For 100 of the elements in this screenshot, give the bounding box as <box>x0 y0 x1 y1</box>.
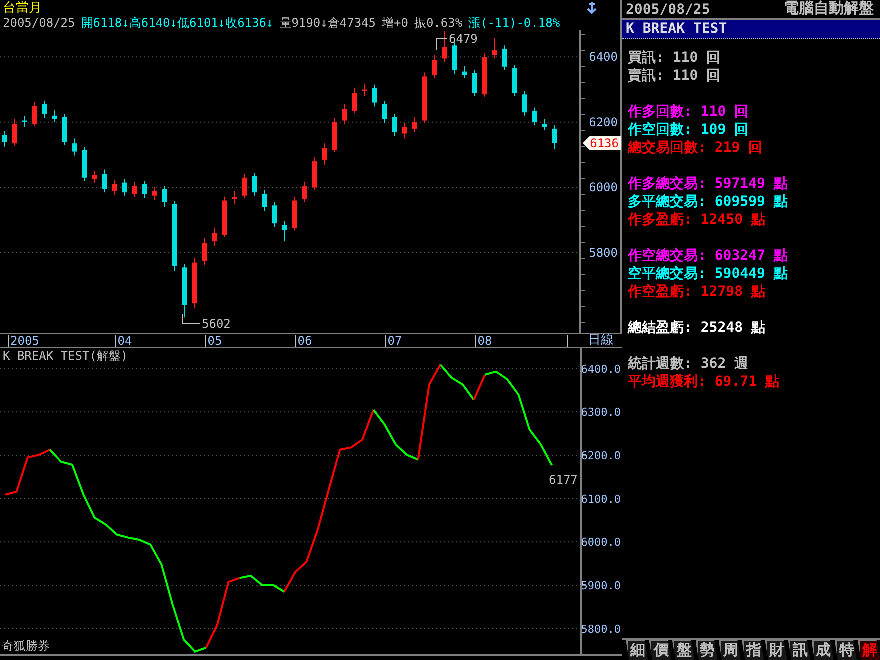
candlestick <box>232 190 238 205</box>
candlestick <box>352 88 358 114</box>
candlestick <box>262 190 268 212</box>
candlestick <box>392 114 398 137</box>
high-price-label: 6479 <box>449 32 478 46</box>
candlestick <box>72 138 78 156</box>
quote-field: 開6118↓高6140↓低6101↓收6136↓ <box>81 16 274 30</box>
date-axis-label: 06 <box>298 334 312 348</box>
candlestick <box>502 45 508 71</box>
candlestick <box>2 131 8 148</box>
candlestick <box>162 186 168 208</box>
candlestick <box>222 196 228 238</box>
candlestick <box>482 52 488 98</box>
date-axis-label: 04 <box>118 334 132 348</box>
function-tab[interactable]: 指 <box>742 640 764 660</box>
report-line: 統計週數: 362 週 <box>628 355 750 373</box>
quote-field: 漲(-11)-0.18% <box>468 16 560 30</box>
candlestick <box>152 186 158 201</box>
candlestick <box>112 180 118 196</box>
candlestick <box>342 104 348 125</box>
candlestick <box>12 118 18 146</box>
candlestick <box>202 238 208 266</box>
candlestick <box>92 170 98 184</box>
brand-label: 奇狐勝券 <box>2 639 50 653</box>
candlestick <box>182 264 188 318</box>
report-line: 買訊: 110 回 <box>628 49 722 67</box>
candlestick <box>322 143 328 166</box>
report-date: 2005/08/25 <box>626 2 710 18</box>
candlestick <box>422 72 428 124</box>
panel-title: 電腦自動解盤 <box>784 0 874 18</box>
report-line: 平均週獲利: 69.71 點 <box>628 373 780 391</box>
candlestick <box>332 118 338 153</box>
candlestick <box>312 157 318 191</box>
candlestick <box>552 125 558 150</box>
report-line: 總結盈虧: 25248 點 <box>628 319 766 337</box>
report-line: 多平總交易: 609599 點 <box>628 193 789 211</box>
candlestick <box>442 30 448 62</box>
last-price-tag: 6136 <box>583 136 621 150</box>
axis-label: 5800.0 <box>581 622 621 636</box>
function-tab[interactable]: 特 <box>834 640 857 660</box>
strategy-bar: K BREAK TEST <box>622 20 880 39</box>
function-tab[interactable]: 盤 <box>672 640 695 660</box>
quote-field: 2005/08/25 <box>3 16 76 30</box>
candlestick <box>122 179 128 196</box>
candlestick <box>172 200 178 272</box>
function-tab[interactable]: 勢 <box>696 640 718 660</box>
report-line: 空平總交易: 590449 點 <box>628 265 789 283</box>
candlestick <box>512 64 518 97</box>
date-axis-label: 08 <box>478 334 492 348</box>
contract-name: 台當月 <box>3 2 42 16</box>
candlestick <box>292 196 298 232</box>
date-axis-label: 2005 <box>10 334 40 348</box>
candlestick <box>372 84 378 108</box>
function-tab[interactable]: 成 <box>812 640 834 660</box>
candlestick <box>82 146 88 182</box>
candlestick <box>302 181 308 203</box>
axis-label: 6000 <box>589 180 618 195</box>
axis-label: 6100.0 <box>581 492 621 506</box>
candlestick <box>462 66 468 79</box>
axis-label: 5900.0 <box>581 580 621 593</box>
candlestick <box>522 90 528 116</box>
candlestick <box>212 228 218 247</box>
candlestick <box>132 181 138 198</box>
quote-field: 增+0 <box>382 16 408 30</box>
date-axis-label: 05 <box>208 334 222 348</box>
function-tab[interactable]: 財 <box>765 640 788 660</box>
function-tab[interactable]: 周 <box>718 640 741 660</box>
report-line: 作空盈虧: 12798 點 <box>628 283 766 301</box>
candlestick <box>32 102 38 127</box>
axis-label: 6200.0 <box>581 450 621 462</box>
candlestick <box>362 83 368 97</box>
candlestick <box>532 107 538 126</box>
quote-field: 量9190↓倉47345 <box>280 16 376 30</box>
candlestick <box>472 70 478 97</box>
anchor-icon[interactable] <box>585 1 599 15</box>
function-tab[interactable]: 細 <box>626 640 648 660</box>
quote-field: 振0.63% <box>414 16 463 30</box>
candlestick <box>542 118 548 132</box>
function-tab[interactable]: 訊 <box>788 640 810 660</box>
candlestick <box>142 180 148 199</box>
axis-label: 6200 <box>589 115 618 130</box>
candlestick <box>382 100 388 124</box>
candlestick <box>22 116 28 128</box>
function-tab[interactable]: 解 <box>858 640 880 660</box>
report-line: 作空總交易: 603247 點 <box>628 247 789 265</box>
report-line: 作多盈虧: 12450 點 <box>628 211 766 229</box>
axis-label: 6000.0 <box>581 536 621 550</box>
candlestick <box>432 54 438 79</box>
last-value-label: 6177 <box>549 473 578 487</box>
function-tab[interactable]: 價 <box>649 640 672 660</box>
candlestick <box>252 172 258 196</box>
report-line: 賣訊: 110 回 <box>628 67 722 85</box>
date-axis-label: 07 <box>388 334 402 348</box>
report-line: 作空回數: 109 回 <box>628 121 750 139</box>
candlestick <box>192 257 198 309</box>
candlestick <box>242 173 248 199</box>
candlestick <box>52 110 58 123</box>
candlestick <box>402 122 408 140</box>
candlestick <box>452 42 458 75</box>
indicator-title: K BREAK TEST(解盤) <box>3 349 128 363</box>
